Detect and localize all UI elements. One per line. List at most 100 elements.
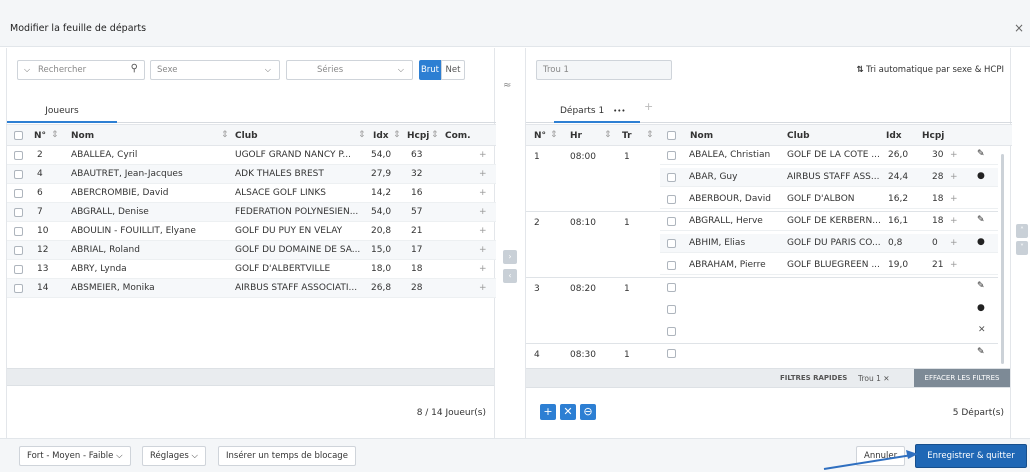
add-tab-icon[interactable]: + [644, 100, 653, 113]
table-row[interactable]: 14 ABSMEIER, Monika AIRBUS STAFF ASSOCIA… [7, 279, 496, 298]
departure-group[interactable]: 4 08:30 1 ✎ [526, 344, 998, 368]
circle-icon[interactable]: ● [977, 171, 985, 181]
search-input[interactable]: Rechercher [38, 65, 86, 75]
row-checkbox[interactable] [667, 327, 676, 336]
row-checkbox[interactable] [14, 284, 23, 293]
plus-icon[interactable]: + [950, 150, 958, 160]
arrow-right-icon[interactable]: › [503, 250, 517, 264]
sort-icon[interactable]: ⇕ [358, 130, 366, 140]
col-num[interactable]: N° [34, 131, 46, 141]
plus-icon[interactable]: + [479, 188, 487, 198]
col-hcpj[interactable]: Hcpj [922, 131, 944, 141]
clear-filters-button[interactable]: EFFACER LES FILTRES [914, 369, 1010, 387]
row-checkbox[interactable] [667, 283, 676, 292]
search-icon[interactable]: ⚲ [131, 60, 138, 78]
row-checkbox[interactable] [14, 265, 23, 274]
close-icon[interactable]: ✕ [978, 325, 986, 335]
list-item[interactable]: ABGRALL, Herve GOLF DE KERBERN... 16,1 1… [660, 212, 998, 231]
row-checkbox[interactable] [667, 173, 676, 182]
sort-icon[interactable]: ⇕ [431, 130, 439, 140]
table-row[interactable]: 12 ABRIAL, Roland GOLF DU DOMAINE DE SA.… [7, 241, 496, 260]
col-nom[interactable]: Nom [71, 131, 94, 141]
row-checkbox[interactable] [667, 151, 676, 160]
filter-chip[interactable]: Trou 1 ✕ [858, 374, 890, 383]
col-nom[interactable]: Nom [690, 131, 713, 141]
insert-block-time-button[interactable]: Insérer un temps de blocage [218, 446, 356, 466]
tab-joueurs[interactable]: Joueurs [7, 97, 117, 123]
row-checkbox[interactable] [667, 305, 676, 314]
col-club[interactable]: Club [787, 131, 810, 141]
pencil-icon[interactable]: ✎ [977, 215, 985, 225]
list-item[interactable]: ABAR, Guy AIRBUS STAFF ASS... 24,4 28 + … [660, 168, 998, 187]
plus-icon[interactable]: + [479, 150, 487, 160]
net-toggle[interactable]: Net [441, 60, 465, 80]
save-and-quit-button[interactable]: Enregistrer & quitter [915, 444, 1027, 468]
pencil-icon[interactable]: ✎ [977, 347, 985, 357]
table-row[interactable]: 4 ABAUTRET, Jean-Jacques ADK THALES BRES… [7, 165, 496, 184]
plus-icon[interactable]: + [950, 194, 958, 204]
row-checkbox[interactable] [14, 208, 23, 217]
row-checkbox[interactable] [14, 227, 23, 236]
pencil-icon[interactable]: ✎ [977, 149, 985, 159]
table-row[interactable]: 6 ABERCROMBIE, David ALSACE GOLF LINKS 1… [7, 184, 496, 203]
circle-icon[interactable]: ● [977, 303, 985, 313]
col-hcpj[interactable]: Hcpj [407, 131, 429, 141]
pencil-icon[interactable]: ✎ [977, 281, 985, 291]
row-checkbox[interactable] [667, 349, 676, 358]
tab-departs-1[interactable]: Départs 1 ••• [554, 97, 640, 123]
select-all-checkbox[interactable] [14, 131, 23, 140]
circle-icon[interactable]: ● [977, 237, 985, 247]
col-idx[interactable]: Idx [373, 131, 389, 141]
row-checkbox[interactable] [667, 217, 676, 226]
more-icon[interactable]: ••• [613, 107, 625, 115]
auto-sort-button[interactable]: ⇅ Tri automatique par sexe & HCPI [856, 65, 1004, 75]
select-all-checkbox[interactable] [667, 131, 676, 140]
close-icon[interactable]: ✕ [883, 374, 889, 383]
plus-icon[interactable]: + [479, 264, 487, 274]
plus-icon[interactable]: + [950, 172, 958, 182]
sort-icon[interactable]: ⇕ [221, 130, 229, 140]
row-checkbox[interactable] [14, 170, 23, 179]
chevron-down-icon[interactable]: ⌵ [24, 61, 30, 79]
table-row[interactable]: 10 ABOULIN - FOUILLIT, Elyane GOLF DU PU… [7, 222, 496, 241]
plus-icon[interactable]: + [950, 238, 958, 248]
col-com[interactable]: Com. [445, 131, 471, 141]
add-departure-button[interactable]: + [540, 404, 556, 420]
list-item[interactable]: ABERBOUR, David GOLF D'ALBON 16,2 18 + [660, 190, 998, 209]
departure-group[interactable]: 3 08:20 1 ✎ ● ✕ [526, 278, 998, 344]
row-checkbox[interactable] [14, 246, 23, 255]
sort-icon[interactable]: ⇕ [550, 130, 558, 140]
sort-icon[interactable]: ⇕ [646, 130, 654, 140]
double-chevron-up-icon[interactable]: ≈ [503, 80, 511, 91]
sort-icon[interactable]: ⇕ [604, 130, 612, 140]
search-box[interactable]: ⌵ Rechercher ⚲ [17, 60, 145, 80]
settings-select[interactable]: Réglages ⌵ [142, 446, 206, 466]
row-checkbox[interactable] [14, 151, 23, 160]
list-item[interactable]: ABHIM, Elias GOLF DU PARIS CO... 0,8 0 +… [660, 234, 998, 253]
scrollbar[interactable] [1001, 154, 1004, 364]
trou-select[interactable]: Trou 1 [536, 60, 672, 80]
plus-icon[interactable]: + [479, 169, 487, 179]
sort-icon[interactable]: ⇕ [51, 130, 59, 140]
chevron-up-icon[interactable]: ˄ [1016, 224, 1028, 238]
plus-icon[interactable]: + [479, 207, 487, 217]
plus-icon[interactable]: + [479, 283, 487, 293]
delete-departure-button[interactable]: ✕ [560, 404, 576, 420]
col-club[interactable]: Club [235, 131, 258, 141]
sexe-select[interactable]: Sexe ⌵ [150, 60, 280, 80]
col-idx[interactable]: Idx [886, 131, 902, 141]
plus-icon[interactable]: + [479, 245, 487, 255]
plus-icon[interactable]: + [950, 260, 958, 270]
mode-select[interactable]: Fort - Moyen - Faible ⌵ [19, 446, 131, 466]
row-checkbox[interactable] [667, 261, 676, 270]
plus-icon[interactable]: + [479, 226, 487, 236]
col-hr[interactable]: Hr [570, 131, 582, 141]
col-num[interactable]: N° [534, 131, 546, 141]
brut-toggle[interactable]: Brut [419, 60, 441, 80]
departure-group[interactable]: 1 08:00 1 ABALEA, Christian GOLF DE LA C… [526, 146, 998, 212]
table-row[interactable]: 7 ABGRALL, Denise FEDERATION POLYNESIEN.… [7, 203, 496, 222]
minus-circle-icon[interactable]: ⊖ [580, 404, 596, 420]
row-checkbox[interactable] [14, 189, 23, 198]
row-checkbox[interactable] [667, 239, 676, 248]
list-item[interactable]: ABALEA, Christian GOLF DE LA COTE ... 26… [660, 146, 998, 165]
